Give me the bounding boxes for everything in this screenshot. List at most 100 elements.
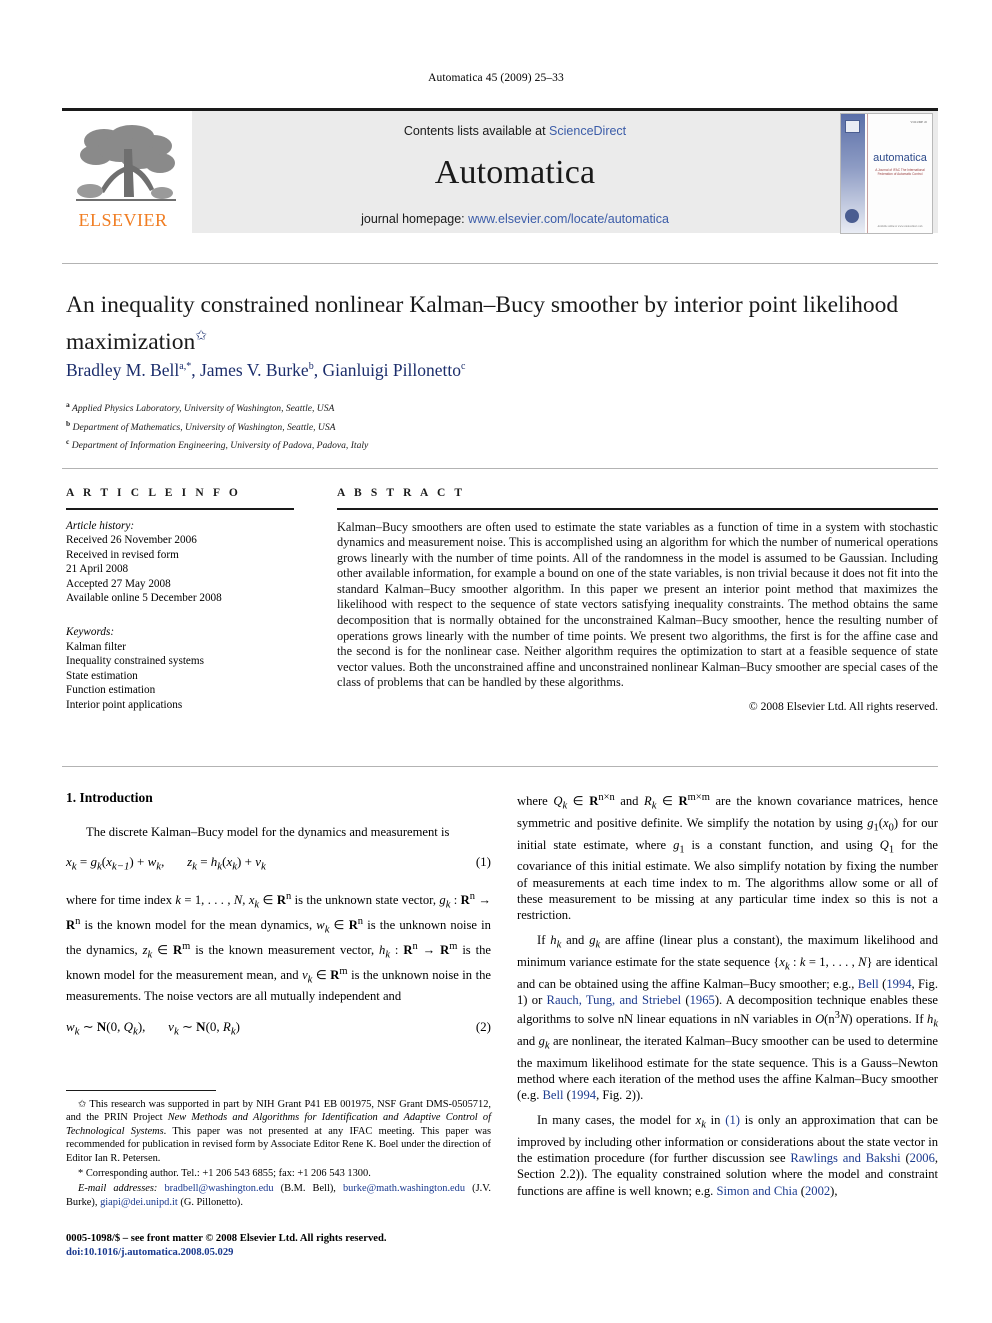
footnote-funding: ✩ This research was supported in part by… bbox=[66, 1098, 491, 1165]
email-link-burke[interactable]: burke@math.washington.edu bbox=[343, 1183, 465, 1194]
info-divider-bottom bbox=[62, 766, 938, 767]
doi-link[interactable]: doi:10.1016/j.automatica.2008.05.029 bbox=[66, 1246, 491, 1260]
affiliation-b: b Department of Mathematics, University … bbox=[66, 417, 666, 436]
article-info-column: A R T I C L E I N F O Article history: R… bbox=[66, 487, 294, 713]
cover-vertical-rule bbox=[867, 114, 868, 233]
author-1[interactable]: Bradley M. Bella,* bbox=[66, 360, 191, 380]
elsevier-tree-icon bbox=[76, 125, 176, 201]
equation-2: wk ∼ N(0, Qk), vk ∼ N(0, Rk) (2) bbox=[66, 1019, 491, 1038]
email-owner-bell: (B.M. Bell) bbox=[280, 1183, 334, 1195]
article-history: Article history: Received 26 November 20… bbox=[66, 519, 294, 607]
author-2-name: James V. Burke bbox=[199, 360, 309, 380]
email-owner-pillonetto: (G. Pillonetto) bbox=[180, 1196, 241, 1208]
history-item-4: Available online 5 December 2008 bbox=[66, 592, 222, 605]
equation-ref-1[interactable]: (1) bbox=[725, 1113, 740, 1127]
author-2[interactable]: James V. Burkeb bbox=[200, 360, 314, 380]
footnote-corresponding-author: * Corresponding author. Tel.: +1 206 543… bbox=[66, 1167, 491, 1180]
abstract-column: A B S T R A C T Kalman–Bucy smoothers ar… bbox=[337, 487, 938, 713]
right-paragraph-2: If hk and gk are affine (linear plus a c… bbox=[517, 933, 939, 1103]
history-item-1: Received in revised form bbox=[66, 548, 179, 561]
affiliation-a: a Applied Physics Laboratory, University… bbox=[66, 398, 666, 417]
right-paragraph-1: where Qk ∈ Rn×n and Rk ∈ Rm×m are the kn… bbox=[517, 792, 938, 922]
journal-homepage-line: journal homepage: www.elsevier.com/locat… bbox=[192, 212, 838, 226]
section-heading-introduction: 1. Introduction bbox=[66, 790, 153, 805]
footnote-block: ✩ This research was supported in part by… bbox=[66, 1098, 491, 1211]
issn-text: 0005-1098/$ – see front matter © 2008 El… bbox=[66, 1233, 387, 1244]
email-link-pillonetto[interactable]: giapi@dei.unipd.it bbox=[100, 1197, 178, 1208]
citation-bell-1994-fig1[interactable]: Bell bbox=[858, 977, 879, 991]
affiliation-c-mark: c bbox=[66, 437, 70, 447]
history-item-0: Received 26 November 2006 bbox=[66, 534, 197, 547]
intro-paragraph-2: where for time index k = 1, . . . , N, x… bbox=[66, 890, 492, 1004]
equation-2-number: (2) bbox=[475, 1018, 491, 1034]
affiliation-c: c Department of Information Engineering,… bbox=[66, 435, 666, 454]
affiliation-list: a Applied Physics Laboratory, University… bbox=[66, 398, 666, 454]
history-item-2: 21 April 2008 bbox=[66, 563, 129, 576]
running-head: Automatica 45 (2009) 25–33 bbox=[428, 72, 564, 84]
info-divider-top bbox=[62, 468, 938, 469]
footnote-divider bbox=[66, 1090, 216, 1091]
banner-center: Contents lists available at ScienceDirec… bbox=[192, 111, 838, 233]
abstract-heading: A B S T R A C T bbox=[337, 487, 466, 499]
intro-paragraph-1: The discrete Kalman–Bucy model for the d… bbox=[86, 825, 450, 839]
keyword-list: Keywords: Kalman filter Inequality const… bbox=[66, 625, 294, 713]
affiliation-b-mark: b bbox=[66, 418, 71, 428]
citation-rawlings-bakshi[interactable]: Rawlings and Bakshi bbox=[790, 1151, 900, 1165]
contents-available-line: Contents lists available at ScienceDirec… bbox=[192, 124, 838, 138]
cover-volume-label: VOLUME 45 bbox=[910, 120, 927, 124]
sciencedirect-link[interactable]: ScienceDirect bbox=[549, 124, 626, 138]
elsevier-logo-cell: ELSEVIER bbox=[62, 111, 192, 233]
article-info-rule bbox=[66, 508, 294, 510]
ifac-seal-icon bbox=[845, 209, 859, 223]
keyword-item-0: Kalman filter bbox=[66, 640, 126, 653]
elsevier-wordmark: ELSEVIER bbox=[78, 210, 168, 230]
author-3[interactable]: Gianluigi Pillonettoc bbox=[322, 360, 465, 380]
journal-title: Automatica bbox=[434, 154, 596, 191]
author-1-marks[interactable]: a,* bbox=[179, 361, 191, 372]
cover-footer-text: Available online at www.sciencedirect.co… bbox=[877, 225, 923, 228]
email-addresses-label: E-mail addresses: bbox=[78, 1183, 158, 1195]
page-footer: 0005-1098/$ – see front matter © 2008 El… bbox=[66, 1232, 491, 1260]
keyword-item-3: Function estimation bbox=[66, 684, 156, 697]
history-item-3: Accepted 27 May 2008 bbox=[66, 577, 171, 590]
contents-prefix: Contents lists available at bbox=[403, 124, 550, 138]
author-2-marks[interactable]: b bbox=[309, 361, 314, 372]
abstract-copyright: © 2008 Elsevier Ltd. All rights reserved… bbox=[748, 700, 938, 714]
affiliation-a-text: Applied Physics Laboratory, University o… bbox=[71, 403, 335, 415]
affiliation-b-text: Department of Mathematics, University of… bbox=[72, 421, 336, 433]
author-3-marks[interactable]: c bbox=[461, 361, 465, 372]
keywords-label: Keywords: bbox=[66, 626, 115, 639]
article-history-label: Article history: bbox=[66, 519, 135, 532]
author-3-name: Gianluigi Pillonetto bbox=[322, 360, 461, 380]
journal-cover-cell: VOLUME 45 automatica A Journal of IFAC T… bbox=[838, 111, 938, 234]
cover-journal-title: automatica bbox=[873, 152, 927, 164]
cover-journal-subtitle: A Journal of IFAC The International Fede… bbox=[875, 168, 925, 177]
journal-banner: ELSEVIER Contents lists available at Sci… bbox=[62, 108, 938, 234]
footnote-asterisk-marker: * bbox=[78, 1168, 84, 1180]
abstract-text: Kalman–Bucy smoothers are often used to … bbox=[337, 519, 939, 690]
body-column-left: 1. Introduction The discrete Kalman–Bucy… bbox=[66, 790, 491, 1053]
affiliation-a-mark: a bbox=[66, 400, 70, 409]
footnote-emails: E-mail addresses: bradbell@washington.ed… bbox=[66, 1183, 492, 1208]
citation-rauch-tung-striebel[interactable]: Rauch, Tung, and Striebel bbox=[547, 993, 682, 1007]
journal-homepage-link[interactable]: www.elsevier.com/locate/automatica bbox=[468, 212, 669, 226]
body-column-right: where Qk ∈ Rn×n and Rk ∈ Rm×m are the kn… bbox=[517, 790, 938, 1208]
keyword-item-1: Inequality constrained systems bbox=[66, 655, 204, 668]
citation-bell-1994-fig2[interactable]: Bell bbox=[543, 1088, 564, 1102]
title-footnote-marker[interactable]: ✩ bbox=[195, 329, 207, 344]
equation-1-body: xk = gk(xk−1) + wk, zk = hk(xk) + vk bbox=[66, 854, 266, 873]
abstract-rule bbox=[337, 508, 938, 510]
journal-cover-thumbnail[interactable]: VOLUME 45 automatica A Journal of IFAC T… bbox=[840, 113, 933, 234]
article-title-text: An inequality constrained nonlinear Kalm… bbox=[66, 292, 899, 355]
keyword-item-4: Interior point applications bbox=[66, 699, 183, 712]
footnote-star-marker: ✩ bbox=[78, 1099, 87, 1110]
paper-page: Automatica 45 (2009) 25–33 ELSEVIER Cont… bbox=[0, 0, 992, 1323]
page-title: An inequality constrained nonlinear Kalm… bbox=[66, 290, 931, 358]
affiliation-c-text: Department of Information Engineering, U… bbox=[71, 440, 369, 452]
email-link-bell[interactable]: bradbell@washington.edu bbox=[164, 1183, 273, 1194]
equation-1-number: (1) bbox=[475, 854, 491, 870]
title-divider bbox=[62, 263, 938, 264]
ifac-logo-icon bbox=[845, 120, 860, 133]
citation-simon-chia[interactable]: Simon and Chia bbox=[716, 1184, 797, 1198]
author-1-name: Bradley M. Bell bbox=[66, 360, 180, 380]
